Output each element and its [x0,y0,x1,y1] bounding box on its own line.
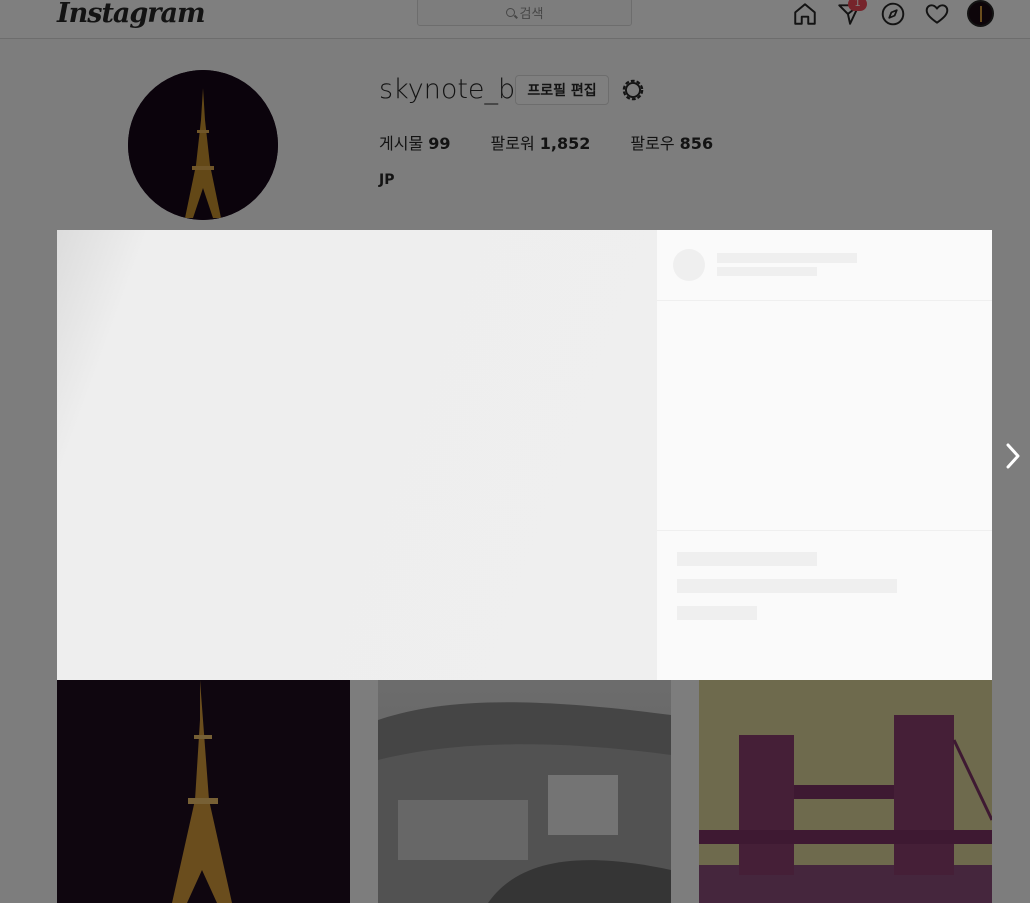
post-modal [57,230,992,680]
post-header-placeholder [657,230,992,301]
location-placeholder [717,267,817,276]
next-post-chevron-icon[interactable] [1003,441,1023,471]
caption-placeholder [677,579,897,593]
likes-placeholder [677,552,817,566]
post-media-placeholder [57,230,657,680]
post-footer-placeholder [657,530,992,680]
username-placeholder [717,253,857,263]
date-placeholder [677,606,757,620]
post-details-panel [657,230,992,680]
avatar-placeholder [673,249,705,281]
